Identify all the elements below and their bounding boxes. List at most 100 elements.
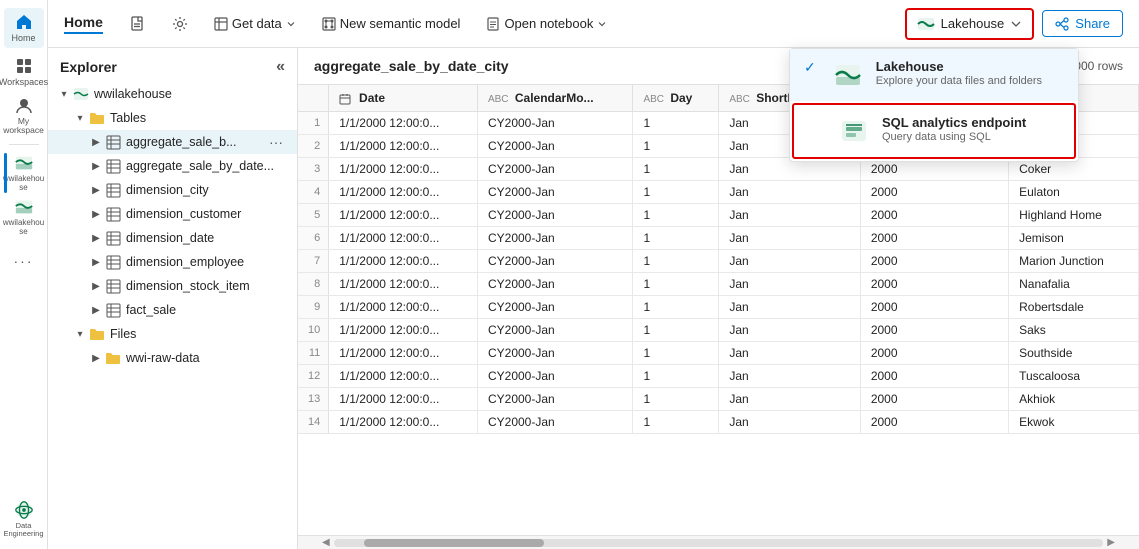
cell-day: 1: [633, 158, 719, 181]
sidebar-item-wwilakehouse2-label: wwilakehou se: [3, 219, 44, 237]
col-header-day[interactable]: ABC Day: [633, 85, 719, 112]
table0-chevron-icon: ▶: [88, 134, 104, 150]
cell-calendaryear: 2000: [860, 411, 1008, 434]
get-data-chevron-icon: [286, 19, 296, 29]
cell-shortmonth: Jan: [719, 365, 861, 388]
cell-day: 1: [633, 204, 719, 227]
tree-tables-label: Tables: [110, 111, 289, 125]
new-semantic-model-button[interactable]: New semantic model: [311, 10, 472, 37]
sidebar-item-wwilakehouse2[interactable]: wwilakehou se: [4, 197, 44, 237]
hscroll-right-button[interactable]: ▶: [1103, 535, 1119, 549]
cell-date: 1/1/2000 12:00:0...: [329, 388, 478, 411]
new-document-button[interactable]: [119, 10, 157, 38]
cell-calendarmo: CY2000-Jan: [477, 388, 632, 411]
tree-item-files[interactable]: ▾ Files: [48, 322, 297, 346]
cell-calendarmo: CY2000-Jan: [477, 365, 632, 388]
sidebar-item-wwilakehouse1[interactable]: wwilakehou se: [4, 153, 44, 193]
tree-item-workspace[interactable]: ▾ wwilakehouse: [48, 82, 297, 106]
open-notebook-label: Open notebook: [504, 16, 593, 31]
files-folder-icon: [88, 325, 106, 343]
semantic-model-icon: [322, 17, 336, 31]
get-data-label: Get data: [232, 16, 282, 31]
hscroll-left-button[interactable]: ◀: [318, 535, 334, 549]
cell-shortmonth: Jan: [719, 388, 861, 411]
dropdown-sql-desc: Query data using SQL: [882, 131, 1060, 143]
cell-calendarmo: CY2000-Jan: [477, 181, 632, 204]
sidebar-item-dataengineering[interactable]: Data Engineering: [4, 497, 44, 541]
cell-rownum: 6: [298, 227, 329, 250]
table0-more-button[interactable]: ···: [263, 134, 289, 150]
cell-day: 1: [633, 112, 719, 135]
get-data-button[interactable]: Get data: [203, 10, 307, 37]
cell-day: 1: [633, 250, 719, 273]
gear-icon: [172, 16, 188, 32]
table1-icon: [104, 157, 122, 175]
share-button[interactable]: Share: [1042, 10, 1123, 37]
cell-city: Robertsdale: [1009, 296, 1139, 319]
tree-item-dimension-date[interactable]: ▶ dimension_date: [48, 226, 297, 250]
sidebar-divider: [9, 144, 39, 145]
sidebar-item-more[interactable]: ···: [4, 241, 44, 281]
tree-table5-label: dimension_employee: [126, 255, 289, 269]
dropdown-item-sql[interactable]: SQL analytics endpoint Query data using …: [792, 103, 1076, 159]
lakehouse-button[interactable]: Lakehouse: [905, 8, 1035, 40]
hscroll-bar[interactable]: ◀ ▶: [298, 535, 1139, 549]
col-header-calendarmo[interactable]: ABC CalendarMo...: [477, 85, 632, 112]
tree-item-aggregate-sale-by-date[interactable]: ▶ aggregate_sale_by_date...: [48, 154, 297, 178]
table5-icon: [104, 253, 122, 271]
cell-day: 1: [633, 296, 719, 319]
sidebar-item-workspaces[interactable]: Workspaces: [4, 52, 44, 92]
cell-date: 1/1/2000 12:00:0...: [329, 319, 478, 342]
cell-date: 1/1/2000 12:00:0...: [329, 250, 478, 273]
tree-rawdata-label: wwi-raw-data: [126, 351, 289, 365]
cell-city: Saks: [1009, 319, 1139, 342]
table1-chevron-icon: ▶: [88, 158, 104, 174]
tree-item-dimension-customer[interactable]: ▶ dimension_customer: [48, 202, 297, 226]
workspace-icon: [72, 85, 90, 103]
cell-city: Akhiok: [1009, 388, 1139, 411]
table6-icon: [104, 277, 122, 295]
table4-icon: [104, 229, 122, 247]
sidebar-item-home[interactable]: Home: [4, 8, 44, 48]
cell-shortmonth: Jan: [719, 181, 861, 204]
tree-item-dimension-city[interactable]: ▶ dimension_city: [48, 178, 297, 202]
cell-calendarmo: CY2000-Jan: [477, 250, 632, 273]
tree-item-dimension-stock-item[interactable]: ▶ dimension_stock_item: [48, 274, 297, 298]
dropdown-sql-icon: [838, 115, 870, 147]
col-header-date[interactable]: Date: [329, 85, 478, 112]
cell-calendarmo: CY2000-Jan: [477, 135, 632, 158]
cell-calendaryear: 2000: [860, 273, 1008, 296]
cell-city: Marion Junction: [1009, 250, 1139, 273]
cell-day: 1: [633, 273, 719, 296]
tree-workspace-label: wwilakehouse: [94, 87, 289, 101]
open-notebook-button[interactable]: Open notebook: [475, 10, 618, 37]
hscroll-track[interactable]: [334, 539, 1104, 547]
cell-city: Eulaton: [1009, 181, 1139, 204]
cell-rownum: 1: [298, 112, 329, 135]
tree-item-dimension-employee[interactable]: ▶ dimension_employee: [48, 250, 297, 274]
cell-shortmonth: Jan: [719, 342, 861, 365]
main-area: Home: [48, 0, 1139, 549]
cell-day: 1: [633, 342, 719, 365]
tree-item-fact-sale[interactable]: ▶ fact_sale: [48, 298, 297, 322]
settings-button[interactable]: [161, 10, 199, 38]
cell-date: 1/1/2000 12:00:0...: [329, 204, 478, 227]
cell-city: Southside: [1009, 342, 1139, 365]
cell-rownum: 5: [298, 204, 329, 227]
table-row: 12 1/1/2000 12:00:0... CY2000-Jan 1 Jan …: [298, 365, 1139, 388]
tree-item-tables[interactable]: ▾ Tables: [48, 106, 297, 130]
cell-date: 1/1/2000 12:00:0...: [329, 158, 478, 181]
hscroll-thumb[interactable]: [364, 539, 544, 547]
cell-day: 1: [633, 388, 719, 411]
tables-chevron-icon: ▾: [72, 110, 88, 126]
sidebar-item-myworkspace[interactable]: My workspace: [4, 96, 44, 136]
explorer-collapse-button[interactable]: «: [276, 58, 285, 76]
cell-calendarmo: CY2000-Jan: [477, 112, 632, 135]
dropdown-item-lakehouse[interactable]: ✓ Lakehouse Explore your data files and …: [790, 49, 1078, 101]
cell-rownum: 2: [298, 135, 329, 158]
cell-calendaryear: 2000: [860, 342, 1008, 365]
lakehouse-header-icon: [917, 15, 935, 33]
tree-item-aggregate-sale-b[interactable]: ▶ aggregate_sale_b... ···: [48, 130, 297, 154]
cell-shortmonth: Jan: [719, 296, 861, 319]
tree-item-wwi-raw-data[interactable]: ▶ wwi-raw-data: [48, 346, 297, 370]
